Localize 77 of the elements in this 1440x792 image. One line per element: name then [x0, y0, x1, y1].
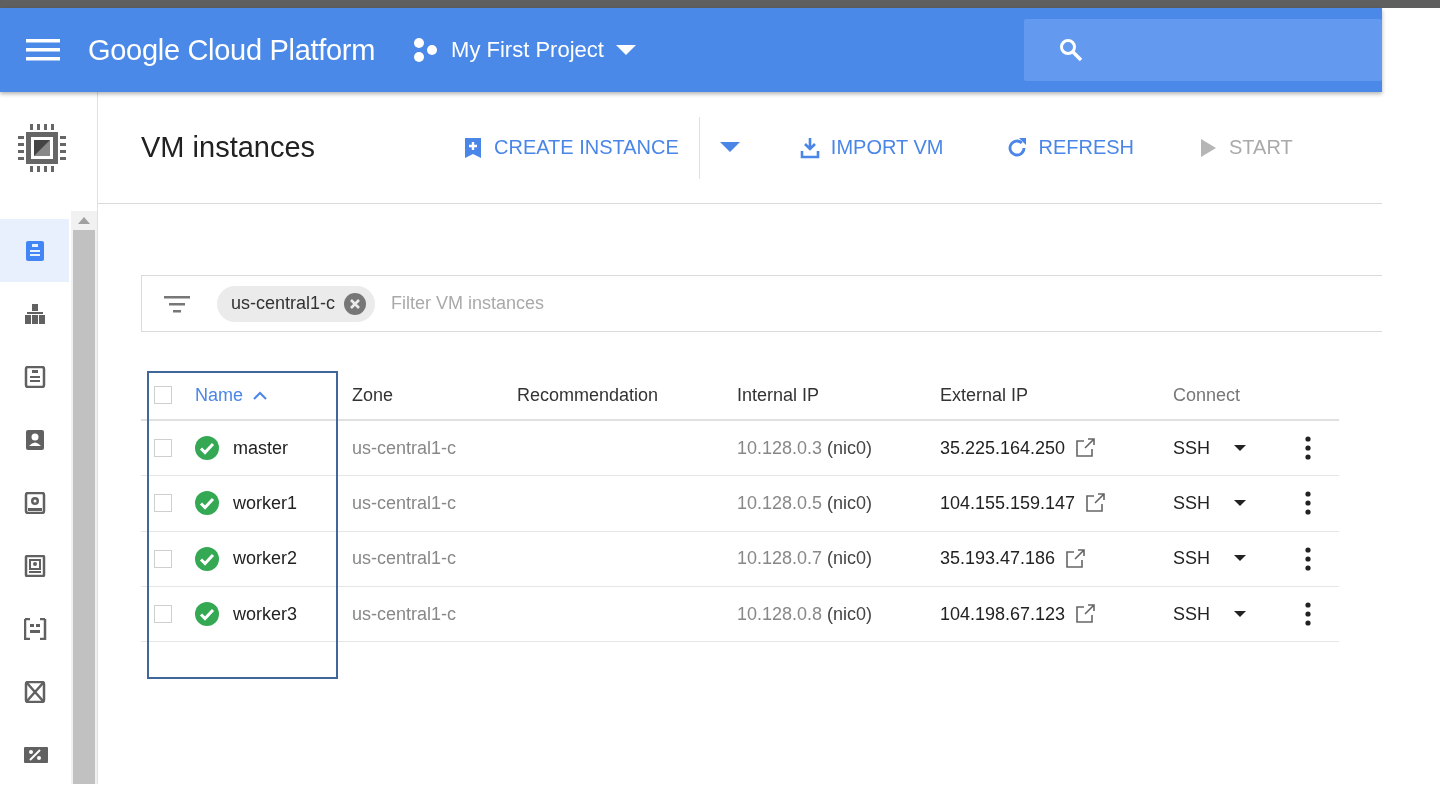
dropdown-button[interactable]: [719, 142, 740, 153]
checkbox[interactable]: [154, 549, 172, 568]
search-icon: [1059, 38, 1083, 62]
scrollbar[interactable]: [71, 211, 97, 784]
caret-icon: [1234, 610, 1246, 618]
checkbox[interactable]: [154, 439, 172, 458]
column-header[interactable]: Internal IP: [737, 384, 940, 406]
instance-name[interactable]: master: [233, 437, 288, 459]
checkbox[interactable]: [154, 386, 172, 404]
refresh-icon: [1007, 136, 1028, 159]
internal-ip-text: 10.128.0.5: [737, 492, 823, 513]
internal-ip-text: 10.128.0.3: [737, 437, 823, 458]
nic-label: (nic0): [827, 548, 873, 569]
sidebar-item[interactable]: [0, 219, 70, 282]
caret-icon: [615, 44, 636, 56]
external-link-icon[interactable]: [1075, 438, 1096, 459]
menu-button[interactable]: [26, 37, 60, 63]
external-link-icon[interactable]: [1085, 493, 1106, 514]
column-header[interactable]: Zone: [352, 384, 517, 406]
column-header[interactable]: Name: [189, 384, 352, 406]
internal-ip-text: 10.128.0.8: [737, 603, 823, 624]
external-ip-link[interactable]: 104.198.67.123: [940, 603, 1066, 625]
chip-icon: [15, 121, 68, 174]
more-vert-icon: [1305, 436, 1311, 461]
external-ip-link[interactable]: 35.225.164.250: [940, 437, 1066, 459]
plus-bookmark-icon: [463, 136, 483, 159]
nic-label: (nic0): [827, 492, 873, 513]
crossed-box-icon: [23, 680, 48, 703]
external-link-icon[interactable]: [1065, 548, 1086, 569]
nic-label: (nic0): [827, 437, 873, 458]
zone-text: us-central1-c: [352, 548, 458, 570]
external-ip-link[interactable]: 104.155.159.147: [940, 492, 1076, 514]
checkbox[interactable]: [154, 605, 172, 624]
camera-icon: [23, 554, 48, 577]
instance-name[interactable]: worker1: [233, 492, 298, 514]
platform-title: Google Cloud Platform: [88, 33, 376, 67]
zone-text: us-central1-c: [352, 437, 458, 459]
ssh-button[interactable]: SSH: [1173, 603, 1289, 625]
external-ip-link[interactable]: 35.193.47.186: [940, 548, 1056, 570]
column-header[interactable]: Recommendation: [517, 384, 737, 406]
ssh-button[interactable]: SSH: [1173, 437, 1289, 459]
caret-icon: [1234, 444, 1246, 452]
filter-icon: [164, 294, 190, 313]
nic-label: (nic0): [827, 603, 873, 624]
filter-chip[interactable]: us-central1-c: [217, 285, 376, 322]
column-header[interactable]: Connect: [1173, 384, 1289, 406]
page-title: VM instances: [141, 131, 317, 164]
frame-icon: [23, 617, 48, 640]
scroll-up-icon: [78, 217, 91, 224]
dots-icon: [413, 37, 440, 63]
document-icon: [23, 365, 48, 388]
filter-field[interactable]: us-central1-c Filter VM instances: [141, 275, 1382, 332]
sort-up-icon: [253, 390, 267, 400]
download-icon: [799, 136, 820, 159]
caret-icon: [1234, 555, 1246, 563]
ssh-button[interactable]: SSH: [1173, 492, 1289, 514]
checkbox[interactable]: [154, 494, 172, 513]
zone-text: us-central1-c: [352, 492, 458, 514]
more-vert-icon: [1305, 491, 1311, 516]
external-link-icon[interactable]: [1075, 604, 1096, 625]
menu-icon: [26, 37, 60, 63]
search-field[interactable]: [1024, 19, 1382, 81]
hierarchy-icon: [23, 302, 48, 325]
import-button[interactable]: IMPORT VM: [799, 136, 944, 159]
create-button[interactable]: CREATE INSTANCE: [463, 136, 679, 159]
close-icon[interactable]: [344, 292, 367, 315]
internal-ip-text: 10.128.0.7: [737, 548, 823, 569]
more-vert-icon: [1305, 546, 1311, 571]
more-vert-icon: [1305, 602, 1311, 627]
caret-icon: [719, 142, 740, 153]
instance-name[interactable]: worker3: [233, 603, 298, 625]
column-header[interactable]: External IP: [940, 384, 1173, 406]
zone-text: us-central1-c: [352, 603, 458, 625]
refresh-button[interactable]: REFRESH: [1007, 136, 1135, 159]
caret-icon: [1234, 499, 1246, 507]
ssh-button[interactable]: SSH: [1173, 548, 1289, 570]
instance-name[interactable]: worker2: [233, 548, 298, 570]
